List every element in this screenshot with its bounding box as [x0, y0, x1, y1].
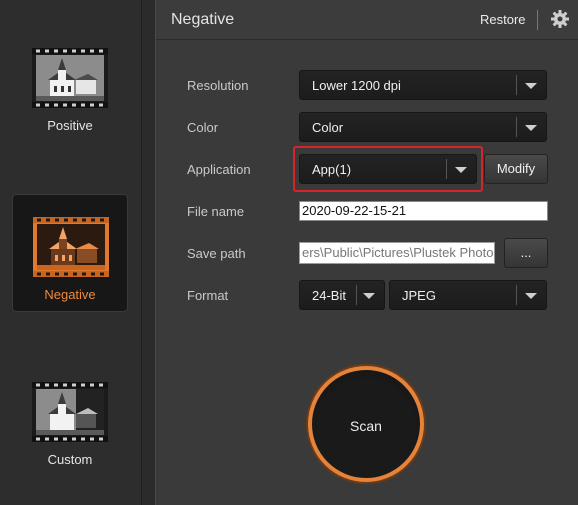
- chevron-down-icon: [525, 125, 537, 131]
- bit-depth-dropdown[interactable]: 24-Bit: [299, 280, 385, 310]
- scan-label: Scan: [350, 418, 382, 434]
- application-label: Application: [187, 162, 251, 177]
- mode-negative-label: Negative: [44, 287, 96, 302]
- mode-custom-label: Custom: [47, 452, 93, 467]
- settings-panel: Negative Restore Resolution Lower 1200 d…: [155, 0, 578, 505]
- mode-positive-label: Positive: [47, 118, 93, 133]
- mode-sidebar: Positive Negative Custom: [0, 0, 142, 505]
- dropdown-separator: [516, 285, 517, 305]
- file-name-input[interactable]: 2020-09-22-15-21: [299, 201, 548, 221]
- resolution-dropdown[interactable]: Lower 1200 dpi: [299, 70, 547, 100]
- mode-negative[interactable]: Negative: [12, 194, 128, 312]
- file-name-label: File name: [187, 204, 245, 219]
- church-positive-film-icon: [32, 48, 108, 108]
- header-divider: [537, 10, 538, 30]
- save-path-input[interactable]: ers\Public\Pictures\Plustek Photo: [299, 242, 495, 264]
- restore-button[interactable]: Restore: [480, 12, 526, 27]
- resolution-label: Resolution: [187, 78, 249, 93]
- color-dropdown[interactable]: Color: [299, 112, 547, 142]
- dropdown-separator: [516, 117, 517, 137]
- gear-icon[interactable]: [550, 9, 570, 29]
- dropdown-separator: [516, 75, 517, 95]
- application-highlight-box: [293, 146, 483, 192]
- church-custom-film-icon: [32, 382, 108, 442]
- mode-positive[interactable]: Positive: [12, 26, 128, 144]
- chevron-down-icon: [363, 293, 375, 299]
- file-type-dropdown[interactable]: JPEG: [389, 280, 547, 310]
- color-label: Color: [187, 120, 219, 135]
- dropdown-separator: [356, 285, 357, 305]
- save-path-label: Save path: [187, 246, 246, 261]
- resolution-value: Lower 1200 dpi: [312, 78, 401, 93]
- browse-button[interactable]: ...: [504, 238, 548, 268]
- format-label: Format: [187, 288, 229, 303]
- panel-header: Negative Restore: [156, 0, 578, 40]
- file-type-value: JPEG: [402, 288, 436, 303]
- scan-button[interactable]: Scan: [308, 366, 424, 482]
- modify-button[interactable]: Modify: [484, 154, 548, 184]
- mode-custom[interactable]: Custom: [12, 360, 128, 478]
- page-title: Negative: [171, 11, 235, 28]
- church-negative-film-icon: [33, 217, 109, 277]
- chevron-down-icon: [525, 83, 537, 89]
- color-value: Color: [312, 120, 344, 135]
- chevron-down-icon: [525, 293, 537, 299]
- bit-depth-value: 24-Bit: [312, 288, 346, 303]
